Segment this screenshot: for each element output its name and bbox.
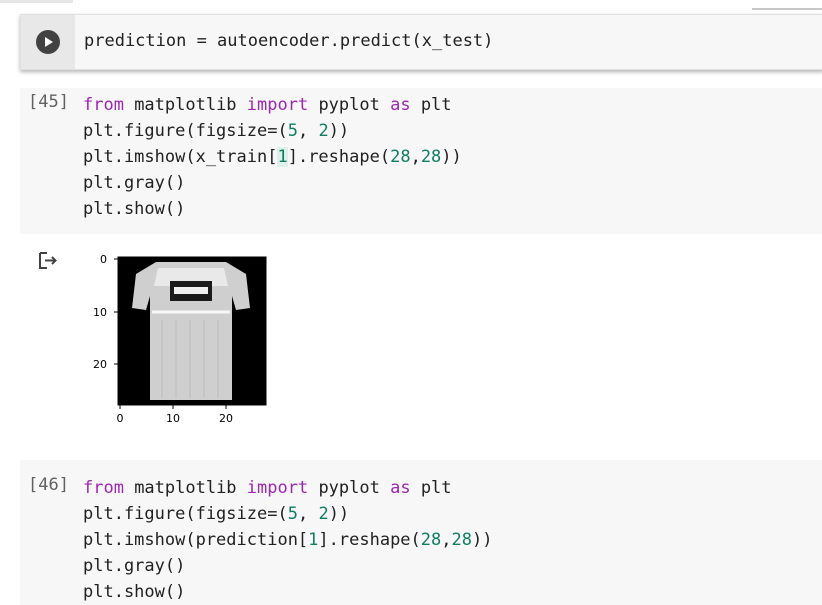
run-cell-button[interactable] [36, 30, 60, 54]
x-tick-label: 20 [219, 412, 233, 425]
imshow-plot: 0 10 20 0 10 20 [84, 250, 284, 440]
y-tick-label: 20 [93, 358, 107, 371]
play-icon [45, 37, 53, 47]
code-block[interactable]: from matplotlib import pyplot as plt plt.… [83, 92, 462, 222]
plot-svg: 0 10 20 0 10 20 [93, 253, 267, 425]
x-tick-label: 0 [117, 412, 124, 425]
keyword: import [246, 478, 309, 498]
code-line: from matplotlib import pyplot as plt [83, 478, 452, 498]
code-line: plt.figure(figsize=(5, 2)) [83, 121, 350, 141]
scroll-indicator [752, 8, 822, 10]
output-redirect-icon[interactable] [36, 250, 60, 272]
code-cell-45[interactable]: [45] from matplotlib import pyplot as pl… [20, 88, 822, 234]
keyword: from [83, 478, 124, 498]
code-cell-46[interactable]: [46] from matplotlib import pyplot as pl… [20, 460, 822, 605]
keyword: from [83, 95, 124, 115]
code-line: plt.gray() [83, 556, 186, 576]
x-tick-label: 10 [166, 412, 180, 425]
code-line: plt.gray() [83, 173, 186, 193]
code-line: plt.show() [83, 199, 186, 219]
keyword: as [390, 95, 411, 115]
execution-count: [45] [28, 92, 69, 112]
keyword: import [246, 95, 309, 115]
code-block[interactable]: from matplotlib import pyplot as plt plt.… [83, 475, 492, 605]
code-cell-active[interactable]: prediction = autoencoder.predict(x_test) [20, 14, 822, 70]
top-divider [0, 0, 73, 3]
code-line: plt.figure(figsize=(5, 2)) [83, 504, 350, 524]
code-line: plt.imshow(x_train[1].reshape(28,28)) [83, 147, 462, 167]
code-line: plt.show() [83, 582, 186, 602]
y-tick-label: 0 [100, 253, 107, 266]
y-tick-label: 10 [93, 306, 107, 319]
code-line: plt.imshow(prediction[1].reshape(28,28)) [83, 530, 493, 550]
tshirt-print-band [174, 287, 208, 294]
code-line: from matplotlib import pyplot as plt [83, 95, 452, 115]
execution-count: [46] [28, 475, 69, 495]
code-line[interactable]: prediction = autoencoder.predict(x_test) [84, 28, 493, 54]
keyword: as [390, 478, 411, 498]
